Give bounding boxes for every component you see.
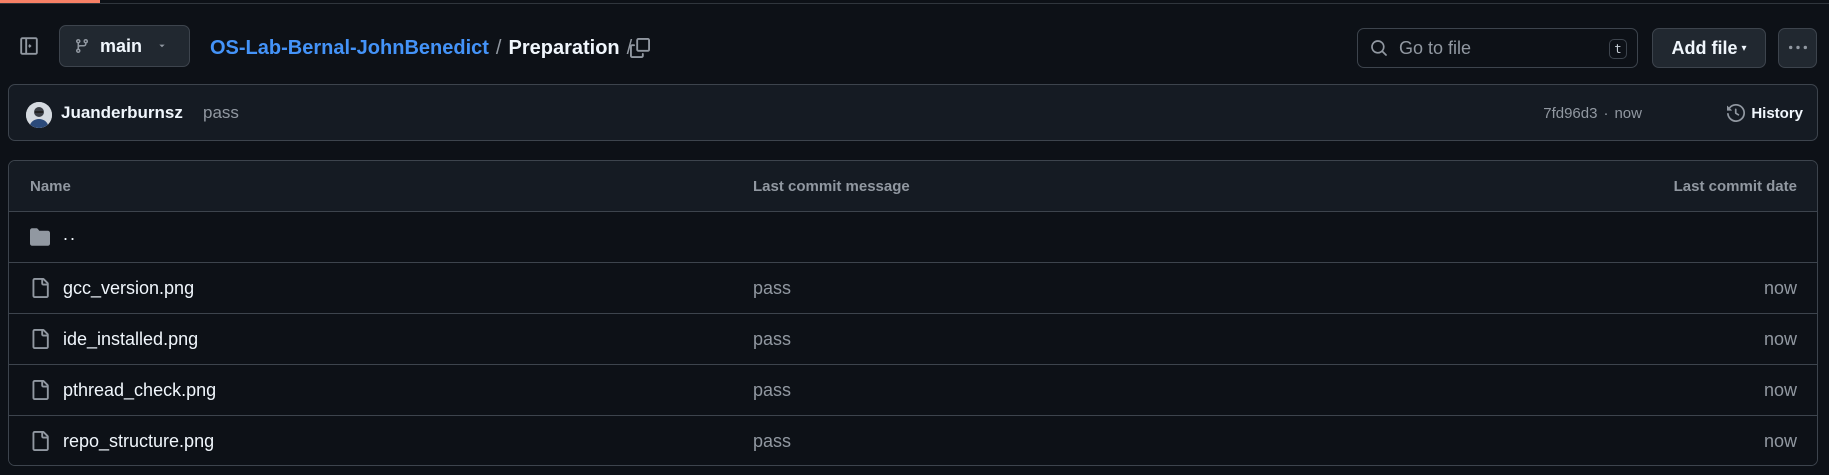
user-avatar-icon (26, 102, 52, 128)
sidebar-icon (20, 37, 38, 55)
git-branch-icon (76, 38, 88, 54)
breadcrumb-separator: / (495, 36, 502, 59)
breadcrumb-repo-link[interactable]: OS-Lab-Bernal-JohnBenedict (210, 37, 489, 60)
branch-name: main (100, 35, 143, 56)
sidebar-toggle-button[interactable] (16, 33, 42, 59)
commit-meta: 7fd96d3 · now (1543, 105, 1642, 122)
file-commit-date: now (1763, 380, 1797, 400)
table-row[interactable]: pthread_check.png pass now (9, 365, 1817, 416)
search-input[interactable] (1397, 36, 1597, 60)
file-name-link[interactable]: ide_installed.png (63, 329, 198, 350)
parent-directory-row[interactable]: .. (9, 212, 1817, 263)
meta-separator: · (1603, 105, 1609, 122)
chevron-down-icon (159, 44, 165, 48)
file-commit-message[interactable]: pass (753, 278, 791, 299)
add-file-label: Add file (1671, 37, 1738, 58)
commit-sha-link[interactable]: 7fd96d3 (1543, 105, 1597, 122)
kebab-icon (1788, 45, 1807, 50)
breadcrumb: OS-Lab-Bernal-JohnBenedict / Preparation… (210, 34, 639, 62)
history-button[interactable]: History (1727, 98, 1803, 128)
commit-message-link[interactable]: pass (203, 103, 239, 123)
search-icon (1371, 40, 1387, 56)
table-header: Name Last commit message Last commit dat… (9, 161, 1817, 212)
file-table: Name Last commit message Last commit dat… (8, 160, 1818, 466)
commit-time: now (1614, 105, 1642, 122)
column-header-date: Last commit date (1673, 178, 1797, 195)
more-options-button[interactable] (1778, 28, 1817, 68)
commit-author-link[interactable]: Juanderburnsz (61, 103, 183, 123)
file-name-link[interactable]: gcc_version.png (63, 278, 194, 299)
file-commit-date: now (1763, 431, 1797, 451)
copy-icon (630, 38, 650, 58)
history-label: History (1751, 104, 1803, 122)
file-name-link[interactable]: pthread_check.png (63, 380, 216, 401)
keyboard-shortcut-hint: t (1609, 39, 1627, 59)
parent-directory-link[interactable]: .. (63, 224, 77, 245)
table-row[interactable]: gcc_version.png pass now (9, 263, 1817, 314)
file-icon (32, 380, 49, 400)
latest-commit-bar: Juanderburnsz pass 7fd96d3 · now History (8, 84, 1818, 141)
file-name-link[interactable]: repo_structure.png (63, 431, 214, 452)
column-header-name: Name (30, 178, 71, 195)
file-icon (32, 431, 49, 451)
copy-path-button[interactable] (626, 34, 654, 62)
table-row[interactable]: repo_structure.png pass now (9, 416, 1817, 465)
file-commit-date: now (1763, 278, 1797, 298)
avatar[interactable] (26, 102, 52, 128)
caret-down-icon: ▾ (1741, 42, 1747, 54)
table-row[interactable]: ide_installed.png pass now (9, 314, 1817, 365)
branch-selector-button[interactable]: main (59, 25, 190, 67)
repo-header: main OS-Lab-Bernal-JohnBenedict / Prepar… (0, 4, 1829, 84)
folder-icon (30, 228, 50, 246)
file-commit-message[interactable]: pass (753, 431, 791, 452)
column-header-message: Last commit message (753, 178, 910, 195)
history-icon (1727, 104, 1746, 122)
add-file-button[interactable]: Add file ▾ (1652, 28, 1766, 68)
file-icon (32, 278, 49, 298)
file-commit-date: now (1763, 329, 1797, 349)
file-icon (32, 329, 49, 349)
breadcrumb-current-folder: Preparation (508, 36, 620, 59)
file-commit-message[interactable]: pass (753, 380, 791, 401)
go-to-file-search[interactable]: t (1357, 28, 1638, 68)
file-commit-message[interactable]: pass (753, 329, 791, 350)
